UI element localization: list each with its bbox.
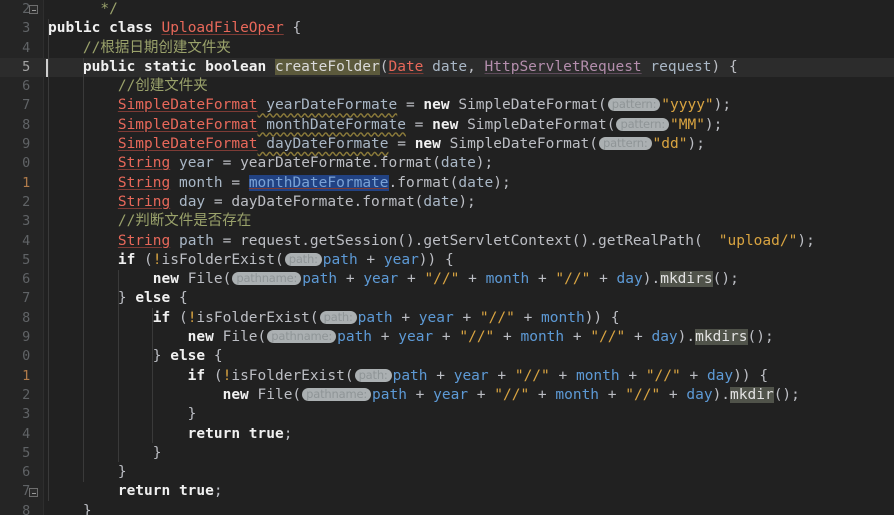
line-content: } (48, 406, 197, 423)
line-number: 9 (22, 136, 30, 153)
code-line[interactable]: 4 //根据日期创建文件夹 (0, 39, 894, 58)
line-number: 7 (22, 290, 30, 307)
code-line-current[interactable]: 5 public static boolean createFolder(Dat… (0, 57, 894, 78)
code-line[interactable]: 7 } else { (0, 289, 894, 308)
line-content: //创建文件夹 (48, 78, 208, 95)
line-number: 0 (22, 348, 30, 365)
code-line[interactable]: 7 return true; (0, 482, 894, 501)
line-content: new File(pathname: path + year + "//" + m… (48, 329, 774, 346)
code-line[interactable]: 6 } (0, 463, 894, 482)
indent-guide (152, 308, 153, 443)
line-number: 7 (22, 97, 30, 114)
line-content: //判断文件是否存在 (48, 213, 252, 230)
line-content: public class UploadFileOper { (48, 20, 302, 37)
param-hint-badge: pathname: (267, 330, 337, 344)
line-number: 9 (22, 329, 30, 346)
line-number: 3 (22, 20, 30, 37)
line-number: 7 (22, 483, 30, 500)
code-line[interactable]: 5 if (!isFolderExist(path: path + year)) … (0, 251, 894, 270)
param-hint-badge: pattern: (599, 137, 652, 151)
line-content: if (!isFolderExist(path: path + year + "/… (48, 309, 620, 326)
line-content: //根据日期创建文件夹 (48, 39, 231, 56)
param-hint-badge: pathname: (302, 387, 372, 401)
line-content: new File(pathname: path + year + "//" + m… (222, 386, 800, 403)
line-number: 4 (22, 232, 30, 249)
line-content: } (48, 444, 162, 461)
line-number: 6 (22, 271, 30, 288)
code-line[interactable]: 9 new File(pathname: path + year + "//" +… (0, 328, 894, 347)
line-content: return true; (48, 425, 293, 442)
line-number: 6 (22, 78, 30, 95)
param-hint-badge: pattern: (607, 98, 661, 112)
line-content: String path = request.getSession().getSe… (117, 232, 815, 249)
code-line[interactable]: 8 SimpleDateFormat monthDateFormate = ne… (0, 116, 894, 135)
code-line[interactable]: 6 new File(pathname: path + year + "//" +… (0, 270, 894, 289)
line-number: 8 (22, 116, 30, 133)
line-content: SimpleDateFormat monthDateFormate = new … (117, 116, 723, 133)
line-number: 8 (22, 309, 30, 326)
line-content: } (48, 464, 127, 481)
line-number: 0 (22, 155, 30, 172)
line-content: } (48, 502, 92, 515)
code-line[interactable]: 0 String year = yearDateFormate.format(d… (0, 154, 894, 173)
line-number: 1 (22, 367, 30, 384)
line-number: 5 (22, 58, 30, 75)
code-line[interactable]: 8 if (!isFolderExist(path: path + year + … (0, 309, 894, 328)
line-content: String month = monthDateFormate.format(d… (117, 174, 511, 191)
line-content: public static boolean createFolder(Date … (48, 58, 738, 75)
code-line[interactable]: 8 } (0, 502, 894, 515)
code-editor[interactable]: 2 */ 3 public class UploadFileOper { 4 /… (0, 0, 894, 515)
code-line[interactable]: 1 String month = monthDateFormate.format… (0, 174, 894, 193)
line-number: 2 (22, 193, 30, 210)
line-number: 3 (22, 406, 30, 423)
code-line[interactable]: 0 } else { (0, 347, 894, 366)
param-hint-badge: path: (354, 368, 392, 382)
param-hint-badge: path: (319, 310, 357, 324)
code-lines[interactable]: 2 */ 3 public class UploadFileOper { 4 /… (0, 0, 894, 515)
code-line[interactable]: 2 */ (0, 0, 894, 19)
line-number: 5 (22, 444, 30, 461)
code-line[interactable]: 9 SimpleDateFormat dayDateFormate = new … (0, 135, 894, 154)
line-number: 4 (22, 425, 30, 442)
line-number: 6 (22, 464, 30, 481)
line-content: String day = dayDateFormate.format(date)… (117, 193, 476, 210)
line-content: String year = yearDateFormate.format(dat… (117, 155, 494, 172)
line-content: new File(pathname: path + year + "//" + m… (152, 271, 739, 288)
line-content: } else { (48, 348, 223, 365)
code-line[interactable]: 4 return true; (0, 425, 894, 444)
line-number: 5 (22, 251, 30, 268)
line-number: 4 (22, 39, 30, 56)
line-content: */ (48, 1, 118, 17)
code-line[interactable]: 1 if (!isFolderExist(path: path + year + … (0, 367, 894, 386)
line-number: 2 (22, 1, 30, 17)
line-number: 3 (22, 213, 30, 230)
code-line[interactable]: 5 } (0, 444, 894, 463)
code-line[interactable]: 4 String path = request.getSession().get… (0, 232, 894, 251)
code-line[interactable]: 7 SimpleDateFormat yearDateFormate = new… (0, 96, 894, 115)
code-line[interactable]: 3 //判断文件是否存在 (0, 212, 894, 231)
indent-guide (83, 58, 84, 482)
code-line[interactable]: 3 } (0, 405, 894, 424)
code-line[interactable]: 6 //创建文件夹 (0, 77, 894, 96)
code-line[interactable]: 3 public class UploadFileOper { (0, 19, 894, 38)
line-content: return true; (48, 483, 223, 500)
line-content: if (!isFolderExist(path: path + year)) { (48, 251, 454, 268)
line-number: 8 (22, 502, 30, 515)
line-number: 1 (22, 174, 30, 191)
indent-guide (118, 270, 119, 462)
param-hint-badge: pattern: (616, 117, 669, 131)
code-line[interactable]: 2 new File(pathname: path + year + "//" +… (0, 386, 894, 405)
line-content: if (!isFolderExist(path: path + year + "/… (48, 367, 769, 384)
indent-guide (48, 19, 49, 501)
line-content: SimpleDateFormat dayDateFormate = new Si… (117, 136, 705, 153)
line-content: SimpleDateFormat yearDateFormate = new S… (117, 97, 732, 114)
param-hint-badge: path: (284, 252, 322, 266)
line-number: 2 (22, 386, 30, 403)
param-hint-badge: pathname: (232, 272, 302, 286)
code-line[interactable]: 2 String day = dayDateFormate.format(dat… (0, 193, 894, 212)
